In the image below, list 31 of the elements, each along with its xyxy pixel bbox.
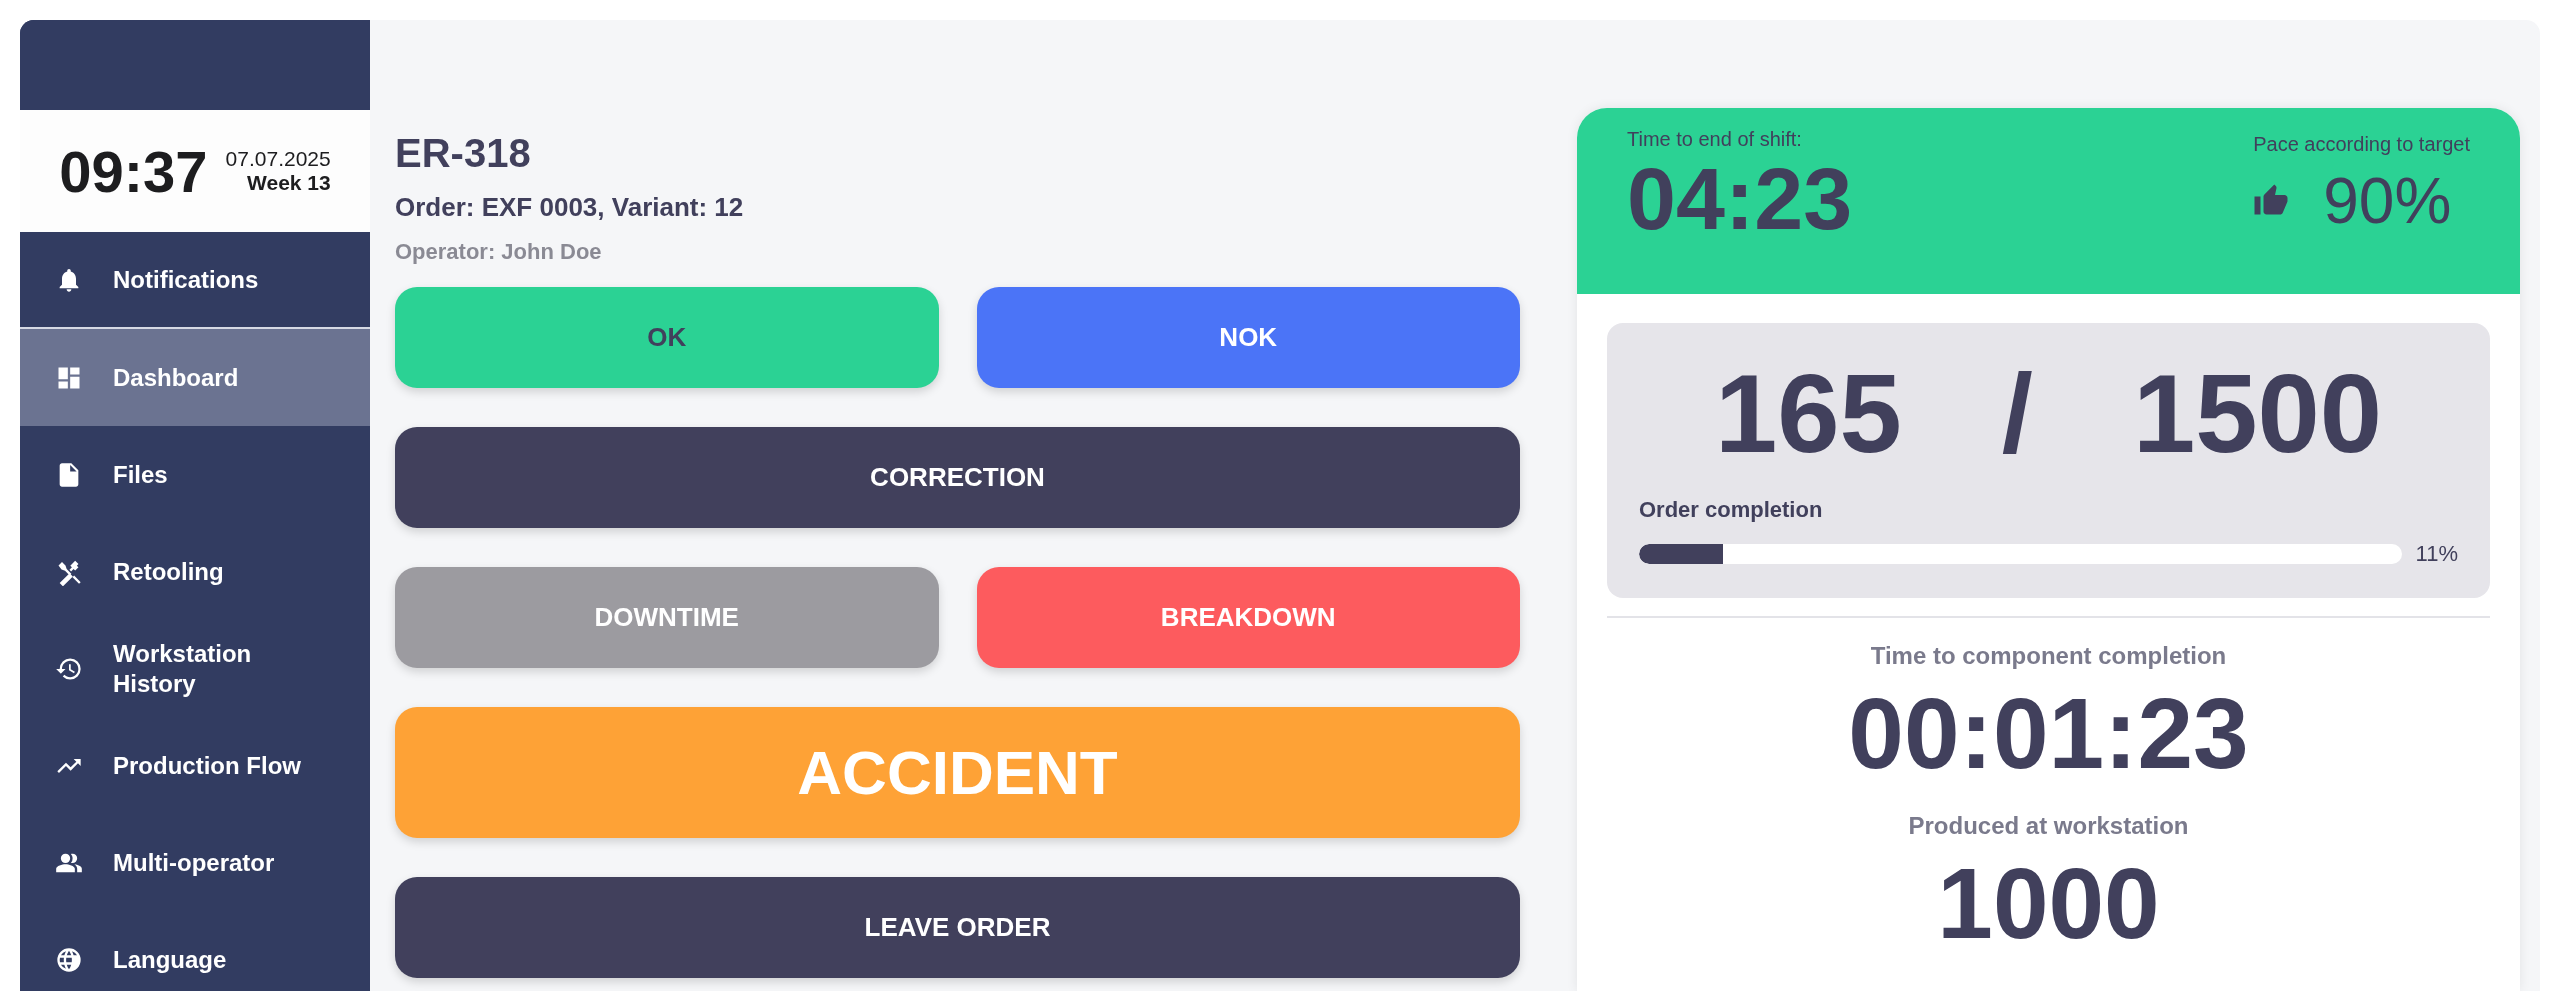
shift-label: Time to end of shift: xyxy=(1627,128,1803,151)
sidebar-item[interactable]: Multi-operator xyxy=(20,814,370,911)
ok-button[interactable]: OK xyxy=(395,287,939,388)
action-button[interactable]: LEAVE ORDER xyxy=(395,877,1520,978)
globe-icon xyxy=(55,945,83,974)
sidebar-item[interactable]: Dashboard xyxy=(20,329,370,426)
sidebar-item[interactable]: Workstation History xyxy=(20,620,370,717)
clock-time: 09:37 xyxy=(59,137,208,205)
sidebar-item[interactable]: Language xyxy=(20,911,370,991)
sidebar-item[interactable]: Retooling xyxy=(20,523,370,620)
pace-value: 90% xyxy=(2323,164,2452,238)
sidebar-item[interactable]: Production Flow xyxy=(20,717,370,814)
workstation-title: ER-318 xyxy=(395,130,532,177)
component-label: Time to component completion xyxy=(1870,642,2227,670)
done-count: 165 xyxy=(1714,349,1902,478)
nok-button[interactable]: NOK xyxy=(976,287,1520,388)
order-text: Order: EXF 0003, Variant: 12 xyxy=(395,192,745,223)
week-text: Week 13 xyxy=(247,171,331,195)
produced-label: Produced at workstation xyxy=(1908,812,2189,840)
progress-label: Order completion xyxy=(1639,497,1824,523)
count-separator: / xyxy=(2001,349,2033,478)
sidebar-item[interactable]: Files xyxy=(20,426,370,523)
date-text: 07.07.2025 xyxy=(225,147,331,171)
produced-count: 1000 xyxy=(1937,848,2160,958)
total-count: 1500 xyxy=(2132,349,2383,478)
action-button[interactable]: CORRECTION xyxy=(395,427,1520,528)
shift-time: 04:23 xyxy=(1627,155,1853,243)
pace-label: Pace according to target xyxy=(2253,133,2470,156)
operator-text: Operator: John Doe xyxy=(395,239,603,265)
component-time: 00:01:23 xyxy=(1848,678,2249,788)
progress-percent: 11% xyxy=(2415,541,2458,567)
